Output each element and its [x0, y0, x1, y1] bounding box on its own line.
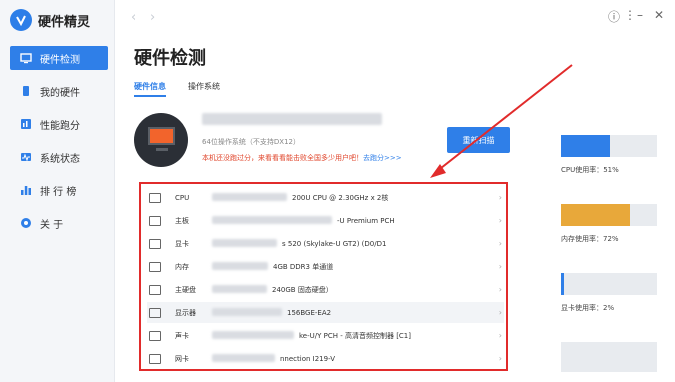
annotation-arrow	[430, 64, 573, 178]
